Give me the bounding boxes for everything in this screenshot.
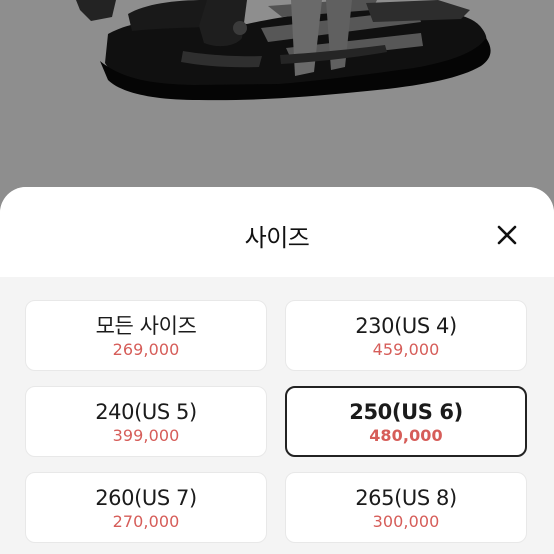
sheet-title: 사이즈 — [244, 224, 310, 252]
size-option-230[interactable]: 230(US 4) 459,000 — [285, 300, 527, 371]
size-option-265[interactable]: 265(US 8) 300,000 — [285, 472, 527, 543]
size-option-label: 265(US 8) — [355, 486, 457, 510]
size-option-price: 480,000 — [369, 426, 443, 445]
size-bottom-sheet: 사이즈 모든 사이즈 269,000 230(US 4) 459,000 240… — [0, 187, 554, 554]
size-option-240[interactable]: 240(US 5) 399,000 — [25, 386, 267, 457]
size-option-label: 250(US 6) — [349, 400, 463, 424]
size-option-label: 230(US 4) — [355, 314, 457, 338]
size-option-250-selected[interactable]: 250(US 6) 480,000 — [285, 386, 527, 457]
size-option-price: 300,000 — [372, 512, 440, 531]
size-option-price: 459,000 — [372, 340, 440, 359]
size-option-all[interactable]: 모든 사이즈 269,000 — [25, 300, 267, 371]
close-icon — [497, 225, 517, 245]
size-option-price: 399,000 — [112, 426, 180, 445]
close-button[interactable] — [492, 220, 522, 250]
size-option-label: 240(US 5) — [95, 400, 197, 424]
sheet-header: 사이즈 — [0, 187, 554, 277]
product-photo-backdrop — [0, 0, 554, 200]
size-option-260[interactable]: 260(US 7) 270,000 — [25, 472, 267, 543]
sandal-product-image — [0, 0, 554, 200]
product-size-screen: 사이즈 모든 사이즈 269,000 230(US 4) 459,000 240… — [0, 0, 554, 554]
size-option-price: 269,000 — [112, 340, 180, 359]
size-option-label: 260(US 7) — [95, 486, 197, 510]
size-option-price: 270,000 — [112, 512, 180, 531]
size-option-label: 모든 사이즈 — [95, 314, 197, 338]
